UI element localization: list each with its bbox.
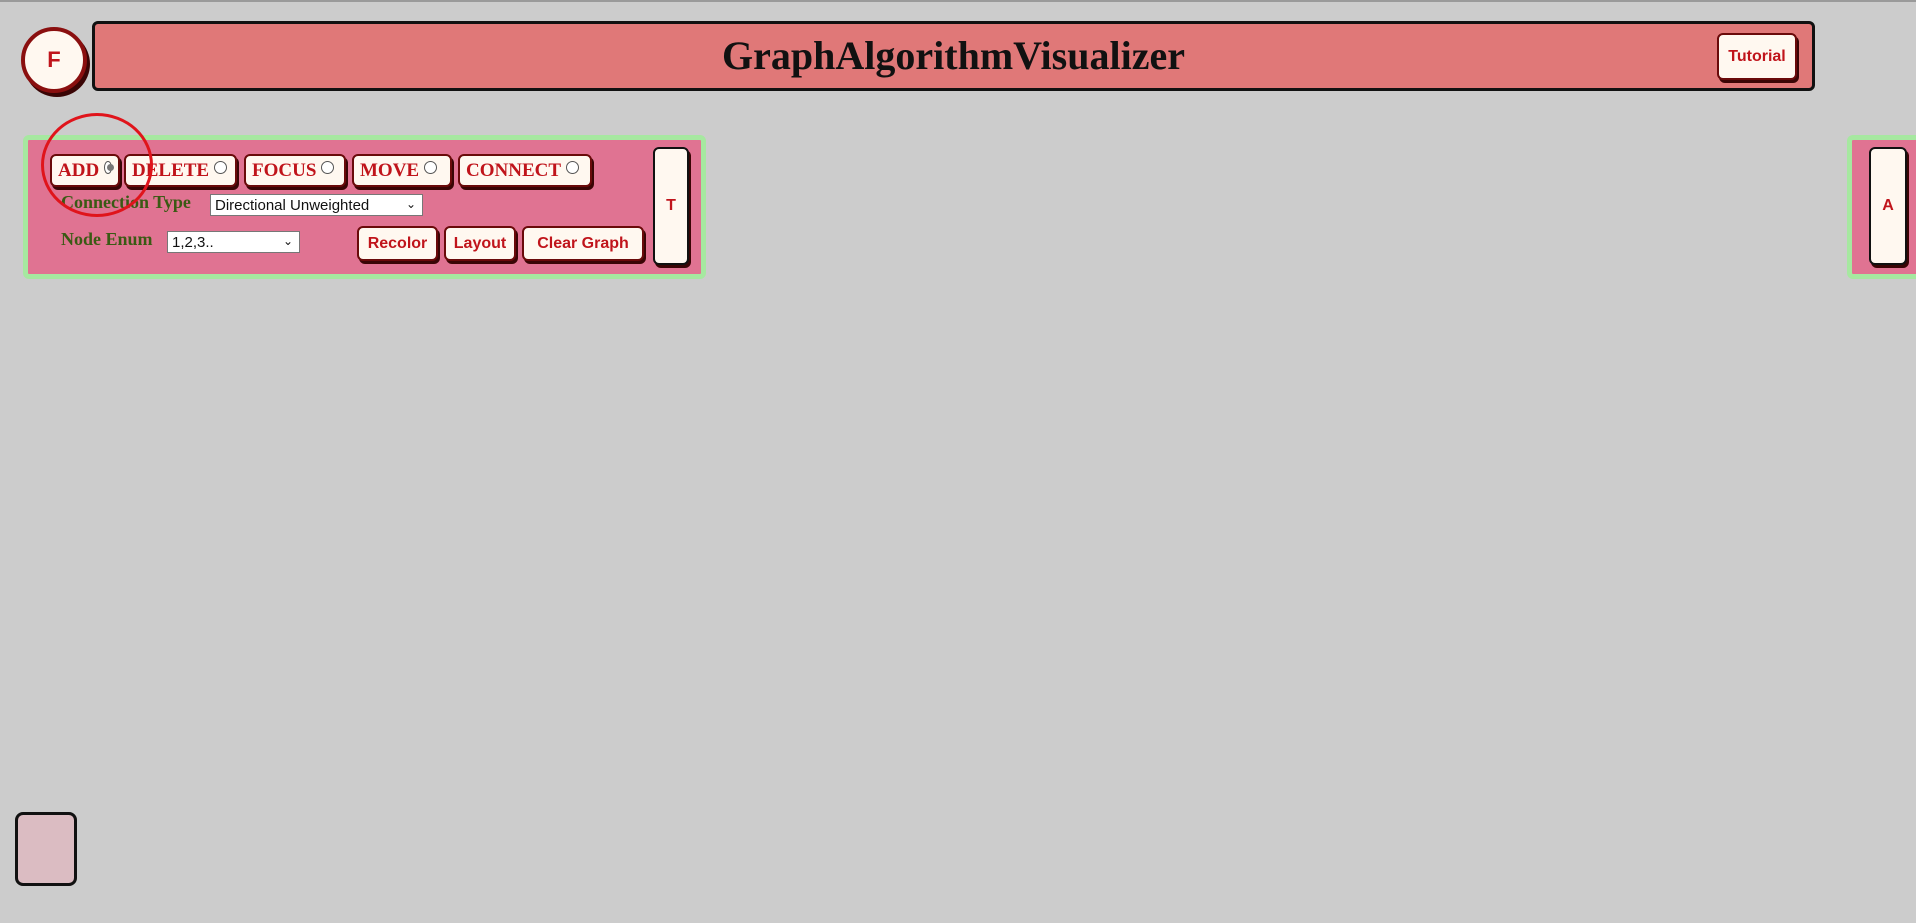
connection-type-label: Connection Type [61, 192, 191, 212]
mode-connect-button[interactable]: CONNECT [458, 154, 592, 187]
recolor-button[interactable]: Recolor [357, 226, 438, 261]
mode-add-button[interactable]: ADD [50, 154, 120, 187]
mode-delete-label: DELETE [132, 159, 210, 181]
tutorial-button[interactable]: Tutorial [1717, 33, 1797, 80]
mode-focus-radio[interactable] [321, 161, 335, 174]
toolbar-panel: ADD DELETE FOCUS MOVE CONNECT Connection… [23, 135, 706, 279]
a-button[interactable]: A [1869, 147, 1907, 265]
mode-move-button[interactable]: MOVE [352, 154, 452, 187]
mode-connect-radio[interactable] [566, 161, 580, 174]
node-enum-value: 1,2,3.. [172, 233, 214, 251]
top-divider [0, 0, 1916, 2]
page-title: GraphAlgorithmVisualizer [722, 33, 1185, 78]
layout-button[interactable]: Layout [444, 226, 516, 261]
chevron-down-icon: ⌄ [405, 197, 416, 211]
mode-delete-button[interactable]: DELETE [124, 154, 237, 187]
node-enum-label: Node Enum [61, 229, 153, 249]
chevron-down-icon: ⌄ [282, 234, 293, 248]
mode-move-label: MOVE [360, 159, 420, 181]
node-enum-select[interactable]: 1,2,3.. ⌄ [167, 231, 300, 253]
f-button[interactable]: F [21, 27, 87, 93]
mode-add-radio[interactable] [104, 161, 114, 174]
mode-connect-label: CONNECT [466, 159, 562, 181]
color-swatch-button[interactable] [15, 812, 77, 886]
connection-type-value: Directional Unweighted [215, 196, 370, 214]
header-bar: GraphAlgorithmVisualizer Tutorial [92, 21, 1815, 91]
right-panel: A [1847, 135, 1916, 279]
mode-focus-label: FOCUS [252, 159, 317, 181]
mode-move-radio[interactable] [424, 161, 438, 174]
connection-type-select[interactable]: Directional Unweighted ⌄ [210, 194, 423, 216]
mode-delete-radio[interactable] [214, 161, 228, 174]
mode-focus-button[interactable]: FOCUS [244, 154, 346, 187]
clear-graph-button[interactable]: Clear Graph [522, 226, 644, 261]
mode-add-label: ADD [58, 159, 100, 181]
t-button[interactable]: T [653, 147, 689, 265]
